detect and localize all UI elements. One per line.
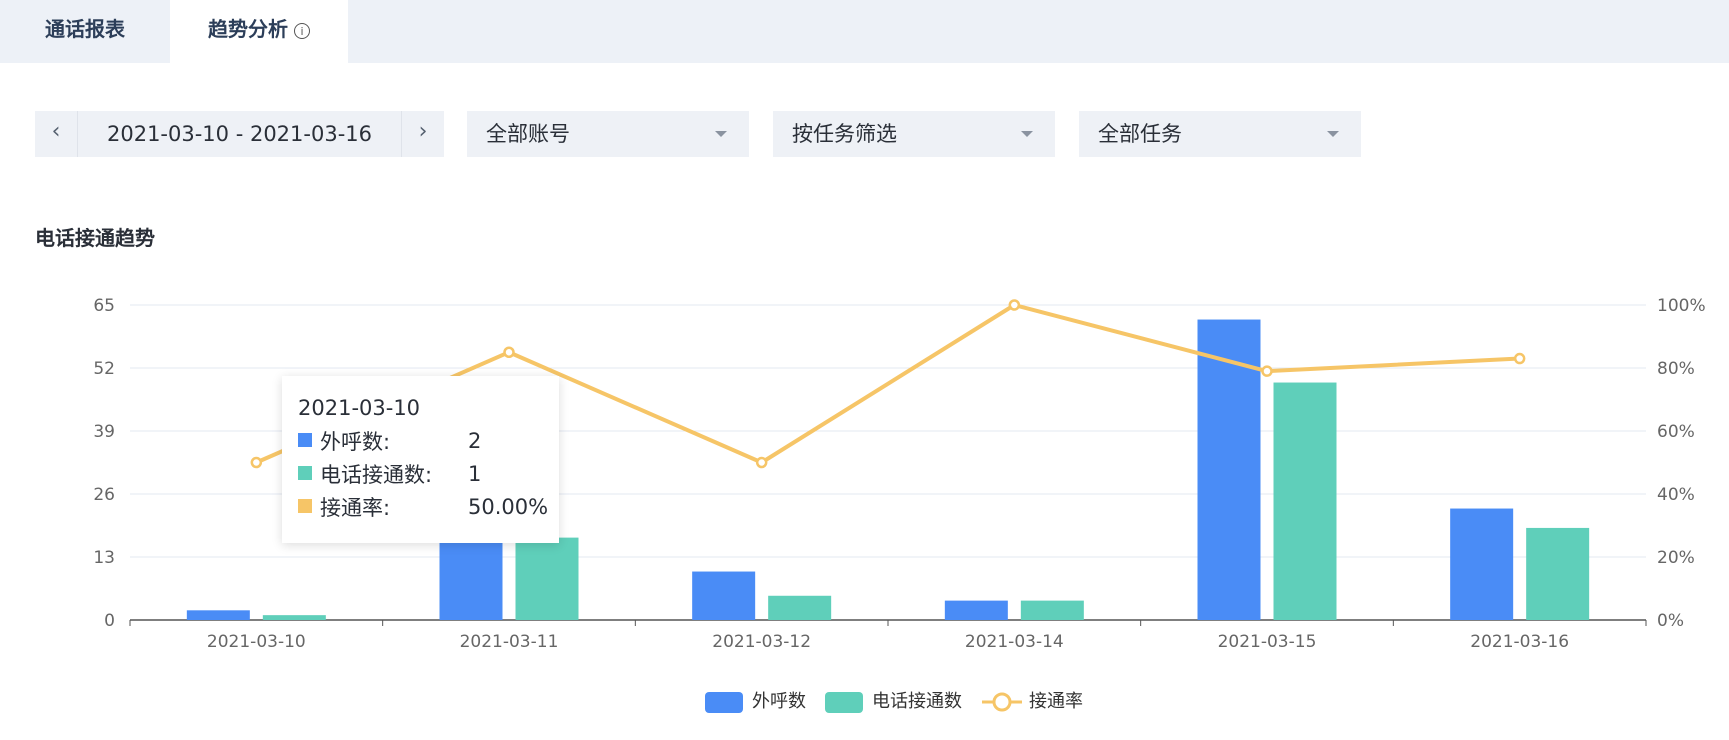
legend-label: 电话接通数: [872, 691, 962, 712]
tooltip-label: 外呼数:: [320, 429, 391, 454]
rate-point: [1261, 365, 1273, 377]
rate-point: [1513, 352, 1526, 365]
x-tick-label: 2021-03-15: [1218, 632, 1317, 652]
y-right-tick-label: 100%: [1657, 296, 1706, 316]
tooltip-swatch-outbound: [298, 433, 312, 447]
x-tick-label: 2021-03-11: [460, 632, 559, 652]
tooltip-date: 2021-03-10: [298, 396, 421, 420]
x-tick-label: 2021-03-16: [1470, 632, 1569, 652]
bar-connected: [262, 615, 326, 620]
chart-legend: 外呼数 电话接通数 接通率: [0, 688, 1729, 716]
tooltip-row-rate: 接通率: 50.00%: [298, 491, 548, 524]
rate-point: [1008, 299, 1021, 311]
tooltip-value: 50.00%: [468, 495, 549, 519]
y-left-tick-label: 65: [93, 296, 115, 316]
bar-outbound: [692, 571, 756, 620]
bar-connected: [1273, 382, 1337, 620]
tooltip-value: 1: [468, 462, 482, 486]
x-tick-label: 2021-03-14: [965, 632, 1064, 652]
legend-item-outbound[interactable]: 外呼数: [705, 688, 815, 716]
tooltip-label: 接通率:: [320, 495, 391, 520]
tooltip-row-connected: 电话接通数: 1: [298, 458, 543, 491]
y-right-tick-label: 60%: [1657, 422, 1695, 442]
rate-point: [755, 456, 768, 469]
y-right-tick-label: 20%: [1657, 548, 1695, 568]
bar-outbound: [944, 600, 1008, 620]
y-left-tick-label: 52: [93, 359, 115, 379]
legend-item-rate[interactable]: 接通率: [982, 688, 1092, 716]
legend-item-connected[interactable]: 电话接通数: [825, 688, 970, 716]
x-tick-label: 2021-03-12: [712, 632, 811, 652]
tooltip-swatch-connected: [298, 466, 312, 480]
legend-label: 外呼数: [752, 691, 806, 712]
y-left-tick-label: 0: [104, 611, 115, 631]
y-left-tick-label: 39: [93, 422, 115, 442]
bar-connected: [515, 537, 579, 620]
tooltip-value: 2: [468, 429, 482, 453]
legend-swatch-outbound: [705, 692, 743, 713]
legend-line-icon: [982, 692, 1022, 712]
legend-swatch-connected: [825, 692, 863, 713]
x-tick-label: 2021-03-10: [207, 632, 306, 652]
legend-label: 接通率: [1029, 691, 1083, 712]
chart-tooltip: 2021-03-10 外呼数: 2 电话接通数: 1 接通率: 50.00%: [282, 376, 559, 543]
tooltip-row-outbound: 外呼数: 2: [298, 425, 543, 458]
bar-connected: [1020, 600, 1084, 620]
rate-point: [250, 456, 263, 469]
y-left-tick-label: 13: [93, 548, 115, 568]
bar-outbound: [1197, 319, 1261, 620]
y-right-tick-label: 0%: [1657, 611, 1684, 631]
tooltip-swatch-rate: [298, 499, 312, 513]
bar-connected: [1526, 527, 1590, 620]
rate-point: [503, 346, 515, 358]
bar-outbound: [1450, 508, 1514, 620]
bar-connected: [768, 595, 832, 620]
tooltip-label: 电话接通数:: [320, 462, 433, 487]
trend-chart: 013263952650%20%40%60%80%100%2021-03-10 2…: [93, 296, 1706, 652]
y-right-tick-label: 40%: [1657, 485, 1695, 505]
y-right-tick-label: 80%: [1657, 359, 1695, 379]
bar-outbound: [186, 610, 250, 620]
y-left-tick-label: 26: [93, 485, 115, 505]
